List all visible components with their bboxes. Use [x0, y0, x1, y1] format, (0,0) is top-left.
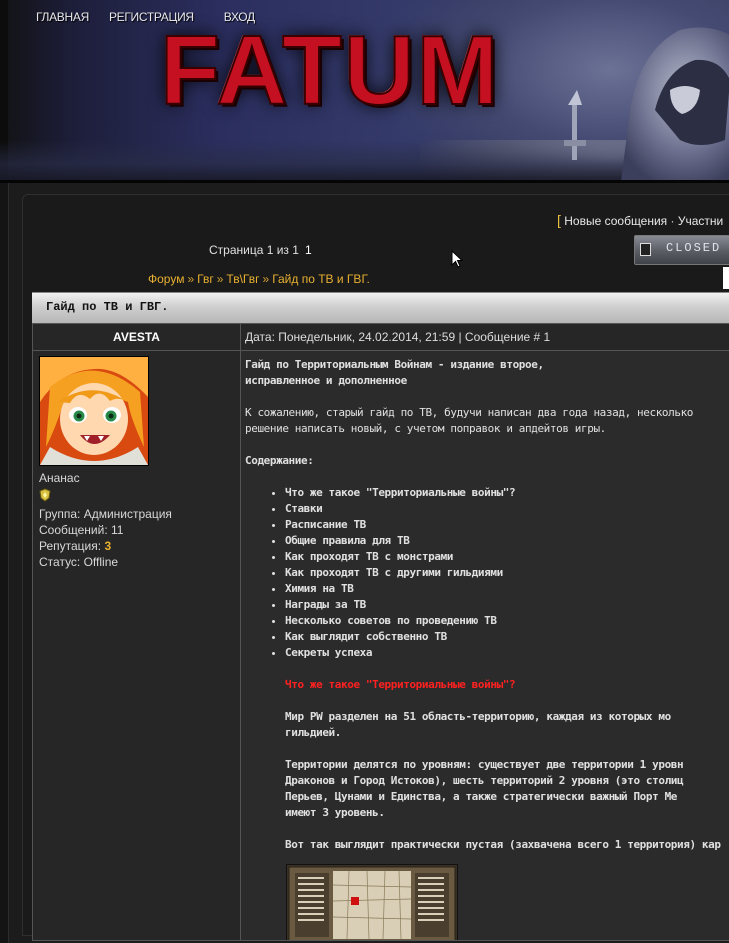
hooded-figure-illustration: [564, 27, 729, 180]
author-name[interactable]: AVESTA: [32, 323, 241, 351]
anime-avatar-image: [40, 357, 148, 465]
table-of-contents: Что же такое "Территориальные войны"? Ст…: [245, 485, 729, 661]
author-column: Ананас Группа: Администрация Сообщений: …: [32, 351, 241, 941]
section-heading: Что же такое "Территориальные войны"?: [285, 678, 516, 691]
map-thumbnail-graphic: [287, 865, 457, 940]
post-body: Гайд по Территориальным Войнам - издание…: [245, 357, 729, 869]
pagination: Страница 1 из 1 1: [209, 243, 312, 257]
post-content-column: Гайд по Территориальным Войнам - издание…: [241, 351, 729, 941]
toc-item: Общие правила для ТВ: [285, 533, 729, 549]
reputation-value[interactable]: 3: [104, 539, 111, 553]
breadcrumb-tv-gvg[interactable]: Тв\Гвг: [226, 272, 259, 286]
site-logo[interactable]: FATUM: [159, 19, 500, 121]
participants-link[interactable]: Участни: [678, 214, 723, 228]
toc-item: Награды за ТВ: [285, 597, 729, 613]
breadcrumb-forum[interactable]: Форум: [148, 272, 184, 286]
post-paragraph: Территории делятся по уровням: существуе…: [285, 757, 729, 821]
paragraph-line: Мир PW разделен на 51 область-территорию…: [285, 710, 671, 723]
lock-icon: [640, 243, 651, 256]
breadcrumb-sep: »: [262, 272, 270, 286]
post-title: Гайд по Территориальным Войнам - издание…: [245, 357, 729, 389]
author-posts: Сообщений: 11: [39, 523, 124, 537]
breadcrumb-gvg[interactable]: Гвг: [197, 272, 214, 286]
author-group: Группа: Администрация: [39, 507, 172, 521]
nav-home-link[interactable]: ГЛАВНАЯ: [36, 10, 89, 24]
links-separator: ·: [670, 214, 675, 228]
intro-line: К сожалению, старый гайд по ТВ, будучи н…: [245, 406, 694, 419]
bracket: [: [557, 212, 561, 228]
paragraph-line: Драконов и Город Истоков), шесть террито…: [285, 774, 684, 787]
top-links: [ Новые сообщения · Участни: [557, 212, 723, 228]
topic-title: Гайд по ТВ и ГВГ.: [46, 300, 169, 314]
toc-item: Что же такое "Территориальные войны"?: [285, 485, 729, 501]
paragraph-line: Перьев, Цунами и Единства, а также страт…: [285, 790, 678, 803]
site-header: ГЛАВНАЯ РЕГИСТРАЦИЯ ВХОД FATUM: [0, 0, 729, 183]
toc-item: Как выглядит собственно ТВ: [285, 629, 729, 645]
author-title: Ананас: [39, 471, 80, 485]
paragraph-line: имеют 3 уровень.: [285, 806, 385, 819]
closed-label: CLOSED: [666, 241, 722, 255]
breadcrumb: Форум» Гвг» Тв\Гвг» Гайд по ТВ и ГВГ.: [148, 272, 370, 286]
breadcrumb-topic[interactable]: Гайд по ТВ и ГВГ.: [272, 272, 370, 286]
post-title-line: Гайд по Территориальным Войнам - издание…: [245, 358, 544, 371]
page-indicator: Страница 1 из 1: [209, 243, 299, 257]
page-1-link[interactable]: 1: [305, 243, 312, 257]
author-reputation: Репутация: 3: [39, 538, 172, 554]
rank-shield-icon: [39, 488, 51, 502]
territory-map-image[interactable]: [286, 864, 458, 940]
toc-item: Как проходят ТВ с другими гильдиями: [285, 565, 729, 581]
action-button-fragment[interactable]: [723, 267, 729, 289]
closed-topic-button[interactable]: CLOSED: [633, 234, 729, 266]
toc-item: Секреты успеха: [285, 645, 729, 661]
toc-item: Несколько советов по проведению ТВ: [285, 613, 729, 629]
avatar[interactable]: [39, 356, 149, 466]
author-name-text: AVESTA: [113, 330, 160, 344]
toc-item: Ставки: [285, 501, 729, 517]
intro-line: решение написать новый, с учетом поправо…: [245, 422, 606, 435]
post-paragraph: Мир PW разделен на 51 область-территорию…: [285, 709, 729, 741]
author-status: Статус: Offline: [39, 555, 119, 569]
post-title-line: исправленное и дополненное: [245, 374, 407, 387]
topic-title-bar: Гайд по ТВ и ГВГ.: [32, 292, 729, 324]
post-paragraph: Вот так выглядит практически пустая (зах…: [285, 837, 729, 853]
breadcrumb-sep: »: [216, 272, 224, 286]
post-meta: Дата: Понедельник, 24.02.2014, 21:59 | С…: [241, 323, 729, 351]
toc-item: Как проходят ТВ с монстрами: [285, 549, 729, 565]
reputation-label: Репутация:: [39, 539, 105, 553]
post-intro: К сожалению, старый гайд по ТВ, будучи н…: [245, 405, 729, 437]
breadcrumb-sep: »: [187, 272, 195, 286]
contents-heading: Содержание:: [245, 454, 314, 467]
paragraph-line: гильдией.: [285, 726, 342, 739]
mouse-cursor-icon: [451, 250, 464, 268]
author-info: Ананас Группа: Администрация Сообщений: …: [39, 470, 172, 570]
new-messages-link[interactable]: Новые сообщения: [564, 214, 667, 228]
paragraph-line: Территории делятся по уровням: существуе…: [285, 758, 684, 771]
toc-item: Расписание ТВ: [285, 517, 729, 533]
toc-item: Химия на ТВ: [285, 581, 729, 597]
paragraph-line: Вот так выглядит практически пустая (зах…: [285, 838, 721, 851]
